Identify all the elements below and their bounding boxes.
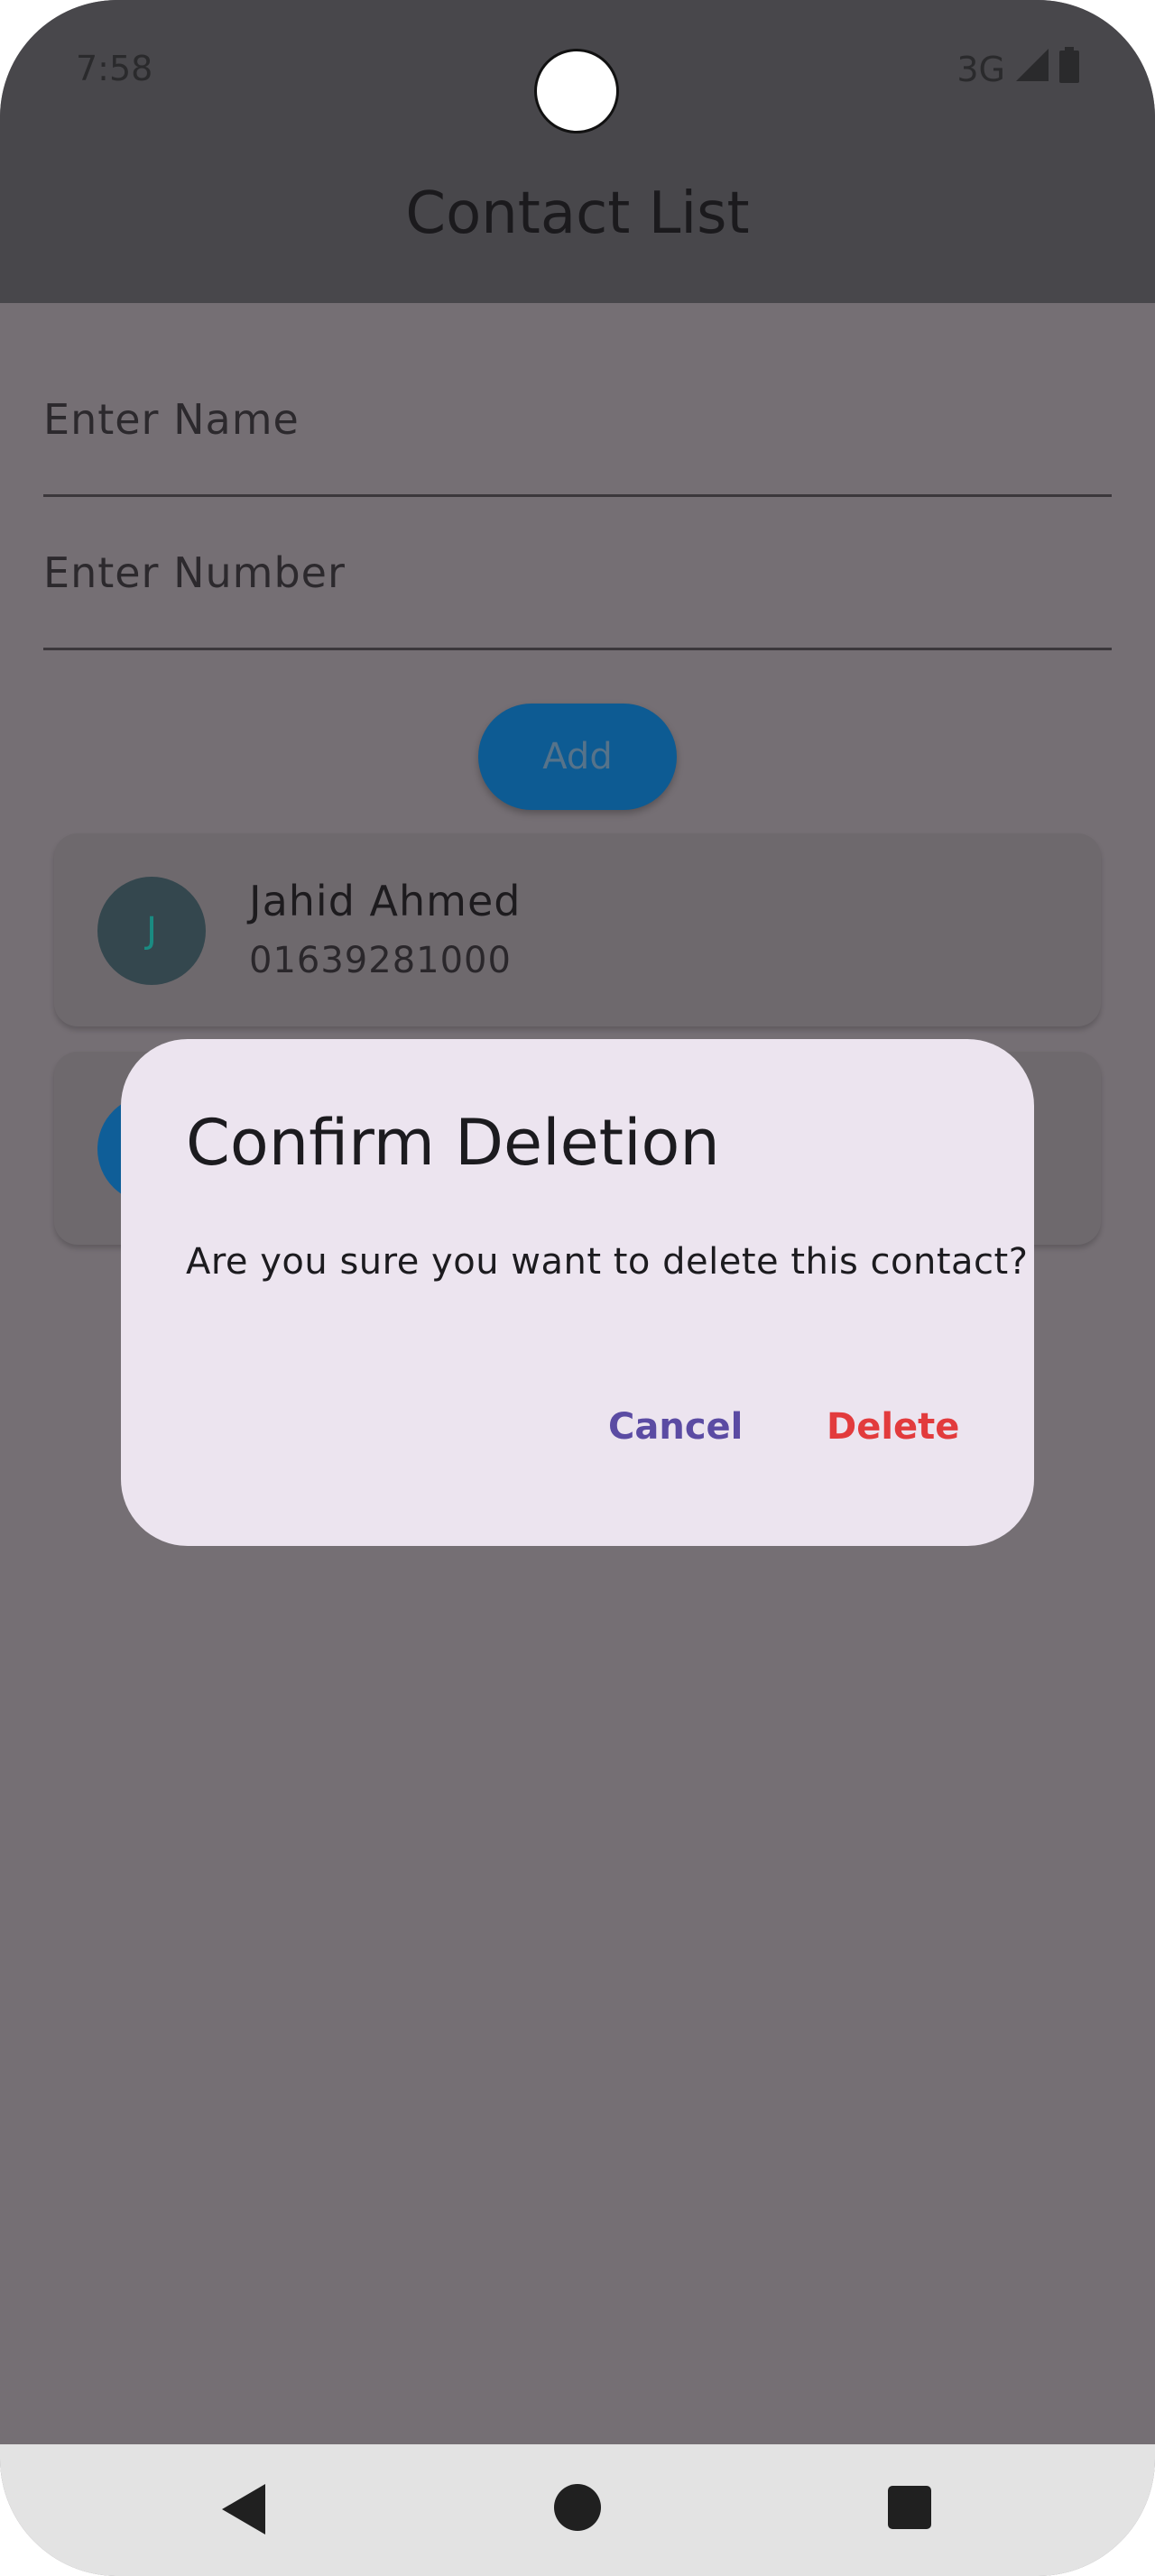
home-icon[interactable] <box>554 2484 601 2531</box>
camera-cutout <box>534 49 619 133</box>
number-input[interactable]: Enter Number <box>43 514 1112 650</box>
add-button[interactable]: Add <box>478 704 677 810</box>
status-bar: 7:58 3G <box>0 0 1155 135</box>
battery-icon <box>1059 47 1079 91</box>
signal-icon <box>1016 49 1049 89</box>
status-icons: 3G <box>956 47 1079 91</box>
dialog-title: Confirm Deletion <box>186 1106 720 1180</box>
back-icon[interactable] <box>222 2484 265 2535</box>
avatar: J <box>97 877 206 985</box>
contact-card[interactable]: J Jahid Ahmed 01639281000 <box>54 833 1101 1026</box>
confirm-dialog: Confirm Deletion Are you sure you want t… <box>121 1039 1034 1546</box>
number-input-placeholder: Enter Number <box>43 548 346 597</box>
status-time: 7:58 <box>76 49 153 88</box>
network-type: 3G <box>956 49 1005 89</box>
system-nav-bar <box>0 2444 1155 2576</box>
contact-number: 01639281000 <box>249 940 512 981</box>
contact-name: Jahid Ahmed <box>249 877 522 925</box>
recents-icon[interactable] <box>888 2486 931 2529</box>
delete-button[interactable]: Delete <box>827 1382 959 1472</box>
dialog-message: Are you sure you want to delete this con… <box>186 1241 1029 1283</box>
phone-screen: 7:58 3G Contact List Enter Name Enter Nu… <box>0 0 1155 2576</box>
page-title: Contact List <box>405 180 750 247</box>
cancel-button[interactable]: Cancel <box>608 1382 743 1472</box>
name-input[interactable]: Enter Name <box>43 361 1112 497</box>
name-input-placeholder: Enter Name <box>43 395 300 444</box>
